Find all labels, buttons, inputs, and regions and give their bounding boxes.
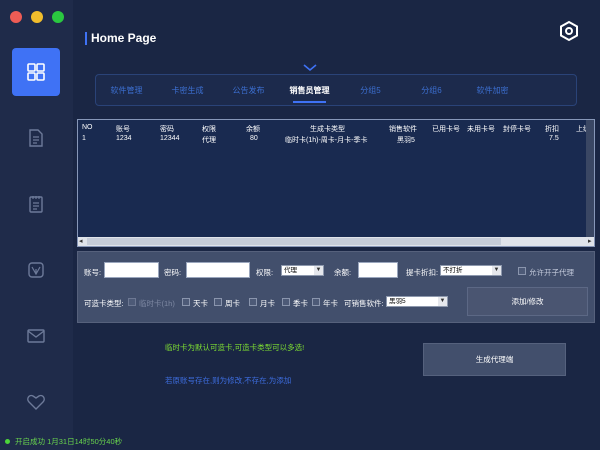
chevron-down-icon[interactable] xyxy=(303,64,317,72)
col-permission[interactable]: 权限 xyxy=(202,124,216,134)
sidebar-item-favorites[interactable] xyxy=(12,378,60,426)
account-input[interactable] xyxy=(104,262,159,278)
sidebar-item-home[interactable] xyxy=(12,48,60,96)
scrollbar-thumb[interactable] xyxy=(87,238,501,245)
page-title: Home Page xyxy=(85,32,156,45)
card-type-day-checkbox[interactable] xyxy=(182,298,190,306)
generate-agent-client-button[interactable]: 生成代理端 xyxy=(423,343,566,376)
heart-icon xyxy=(27,394,45,410)
balance-input[interactable] xyxy=(358,262,398,278)
tab-announcement[interactable]: 公告发布 xyxy=(218,85,279,96)
account-label: 账号: xyxy=(84,268,102,277)
chevron-down-icon: ▼ xyxy=(492,266,501,275)
scroll-left-icon[interactable]: ◂ xyxy=(79,237,83,246)
tab-software-encryption[interactable]: 软件加密 xyxy=(462,85,523,96)
grid-icon xyxy=(27,63,45,81)
cell-card-type: 临时卡(1h)-周卡-月卡-季卡 xyxy=(285,137,368,144)
sidebar xyxy=(0,0,73,450)
card-type-temp-checkbox[interactable] xyxy=(128,298,136,306)
table-header: NO 账号 密码 权限 余额 生成卡类型 销售软件 已用卡号 未用卡号 封停卡号… xyxy=(78,124,594,134)
col-account[interactable]: 账号 xyxy=(116,124,130,134)
card-type-season-checkbox[interactable] xyxy=(282,298,290,306)
hexagon-gear-icon xyxy=(560,20,578,42)
app-window: Home Page 软件管理 卡密生成 公告发布 销售员管理 分组5 分组6 软… xyxy=(0,0,600,450)
settings-button[interactable] xyxy=(558,20,580,42)
card-type-year-checkbox[interactable] xyxy=(312,298,320,306)
table-row[interactable]: 1 1234 12344 代理 80 临时卡(1h)-周卡-月卡-季卡 黑羽5 … xyxy=(78,135,594,145)
card-type-season-label: 季卡 xyxy=(293,299,308,308)
sell-software-select-value: 黑羽5 xyxy=(389,298,406,305)
cell-no: 1 xyxy=(82,135,86,142)
sell-software-select[interactable]: 黑羽5 ▼ xyxy=(386,296,448,307)
col-no[interactable]: NO xyxy=(82,124,93,131)
col-unused-cards[interactable]: 未用卡号 xyxy=(467,124,495,134)
col-used-cards[interactable]: 已用卡号 xyxy=(432,124,460,134)
discount-label: 提卡折扣: xyxy=(406,268,439,277)
col-discount[interactable]: 折扣 xyxy=(545,124,559,134)
col-sell-software[interactable]: 销售软件 xyxy=(389,124,417,134)
leaf-icon xyxy=(28,262,44,278)
discount-select-value: 不打折 xyxy=(443,267,463,274)
sell-software-label: 可销售软件: xyxy=(344,299,384,308)
tab-group5[interactable]: 分组5 xyxy=(340,85,401,96)
chevron-down-icon: ▼ xyxy=(314,266,323,275)
col-banned-cards[interactable]: 封停卡号 xyxy=(503,124,531,134)
tab-sales-management[interactable]: 销售员管理 xyxy=(279,85,340,103)
mail-icon xyxy=(27,329,45,343)
agent-form: 账号: 密码: 权限: 代理 ▼ 余额: 提卡折扣: 不打折 ▼ 允许开子代理 … xyxy=(77,251,595,323)
card-type-year-label: 年卡 xyxy=(323,299,338,308)
hint-add-modify: 若原账号存在,则为修改,不存在,为添加 xyxy=(165,376,292,385)
balance-label: 余额: xyxy=(334,268,352,277)
status-bar: 开启成功 1月31日14时50分40秒 xyxy=(5,436,122,447)
add-modify-button[interactable]: 添加/修改 xyxy=(467,287,588,316)
cell-account: 1234 xyxy=(116,135,132,142)
cell-password: 12344 xyxy=(160,135,180,142)
horizontal-scrollbar[interactable]: ◂ ▸ xyxy=(78,237,594,246)
col-card-type[interactable]: 生成卡类型 xyxy=(310,124,345,134)
card-type-month-checkbox[interactable] xyxy=(249,298,257,306)
minimize-window-button[interactable] xyxy=(31,11,43,23)
clipboard-icon xyxy=(29,196,43,213)
status-text: 开启成功 1月31日14时50分40秒 xyxy=(15,437,123,446)
close-window-button[interactable] xyxy=(10,11,22,23)
chevron-down-icon: ▼ xyxy=(438,297,447,306)
card-type-week-checkbox[interactable] xyxy=(214,298,222,306)
hint-card-types: 临时卡为默认可造卡,可造卡类型可以多选! xyxy=(165,343,305,352)
cell-balance: 80 xyxy=(250,135,258,142)
col-password[interactable]: 密码 xyxy=(160,124,174,134)
card-type-day-label: 天卡 xyxy=(193,299,208,308)
status-dot-icon xyxy=(5,439,10,444)
password-label: 密码: xyxy=(164,268,182,277)
sidebar-item-leaf[interactable] xyxy=(12,246,60,294)
card-types-label: 可造卡类型: xyxy=(84,299,124,308)
col-balance[interactable]: 余额 xyxy=(246,124,260,134)
permission-select[interactable]: 代理 ▼ xyxy=(281,265,324,276)
card-type-week-label: 周卡 xyxy=(225,299,240,308)
sidebar-item-mail[interactable] xyxy=(12,312,60,360)
agent-table[interactable]: NO 账号 密码 权限 余额 生成卡类型 销售软件 已用卡号 未用卡号 封停卡号… xyxy=(77,119,595,247)
document-icon xyxy=(29,129,43,147)
sidebar-item-document[interactable] xyxy=(12,114,60,162)
discount-select[interactable]: 不打折 ▼ xyxy=(440,265,502,276)
vertical-scrollbar[interactable] xyxy=(586,120,594,238)
card-type-month-label: 月卡 xyxy=(260,299,275,308)
tab-bar: 软件管理 卡密生成 公告发布 销售员管理 分组5 分组6 软件加密 xyxy=(95,74,577,106)
sidebar-item-clipboard[interactable] xyxy=(12,180,60,228)
password-input[interactable] xyxy=(186,262,250,278)
tab-group6[interactable]: 分组6 xyxy=(401,85,462,96)
cell-sell-software: 黑羽5 xyxy=(397,137,415,144)
card-type-temp-label: 临时卡(1h) xyxy=(139,299,175,308)
main-panel: Home Page 软件管理 卡密生成 公告发布 销售员管理 分组5 分组6 软… xyxy=(73,0,600,450)
table-body: NO 账号 密码 权限 余额 生成卡类型 销售软件 已用卡号 未用卡号 封停卡号… xyxy=(78,120,590,238)
scroll-right-icon[interactable]: ▸ xyxy=(588,237,592,246)
permission-select-value: 代理 xyxy=(284,267,297,274)
allow-sub-agent-label: 允许开子代理 xyxy=(529,268,574,277)
tab-software-management[interactable]: 软件管理 xyxy=(96,85,157,96)
cell-discount: 7.5 xyxy=(549,135,559,142)
allow-sub-agent-checkbox[interactable] xyxy=(518,267,526,275)
maximize-window-button[interactable] xyxy=(52,11,64,23)
tab-card-generation[interactable]: 卡密生成 xyxy=(157,85,218,96)
permission-label: 权限: xyxy=(256,268,274,277)
cell-permission: 代理 xyxy=(202,137,216,144)
